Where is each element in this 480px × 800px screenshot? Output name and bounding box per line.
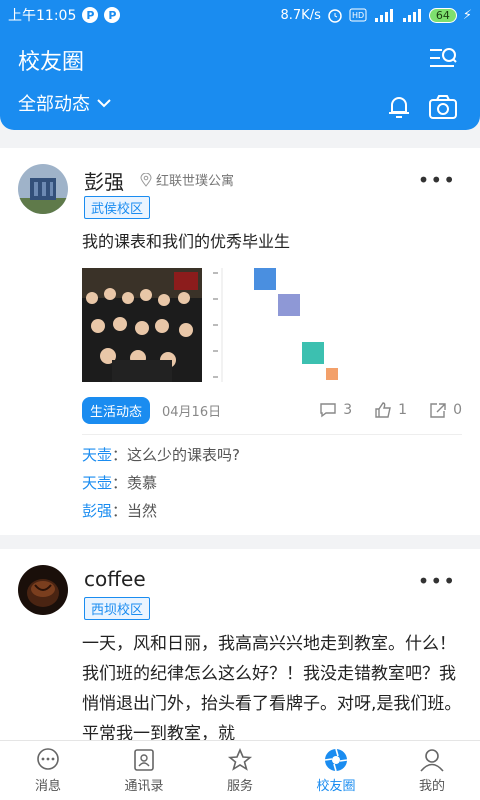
comment-item[interactable]: 天壶：这么少的课表吗? xyxy=(82,441,462,469)
shutter-icon xyxy=(324,748,348,771)
comment-button[interactable]: 3 xyxy=(319,402,352,418)
star-icon xyxy=(227,747,253,771)
post-image-graduates[interactable] xyxy=(82,268,202,382)
campus-badge: 西坝校区 xyxy=(84,597,151,620)
more-options-icon[interactable]: ••• xyxy=(418,168,456,192)
more-options-icon[interactable]: ••• xyxy=(418,569,456,593)
share-icon xyxy=(430,403,446,418)
post-image-schedule[interactable] xyxy=(210,268,338,382)
status-bar: 上午11:05 P P 8.7K/s HD 64 ⚡ xyxy=(0,0,480,30)
message-icon xyxy=(37,747,59,770)
comment-text: 羡慕 xyxy=(127,474,158,492)
contacts-icon xyxy=(134,748,154,771)
feed-filter-dropdown[interactable]: 全部动态 xyxy=(18,90,112,116)
tab-services[interactable]: 服务 xyxy=(192,741,288,800)
tab-me[interactable]: 我的 xyxy=(384,741,480,800)
bottom-tab-bar: 消息 通讯录 服务 校友圈 我的 xyxy=(0,740,480,800)
status-time: 上午11:05 xyxy=(8,8,77,24)
network-speed: 8.7K/s xyxy=(280,7,321,23)
share-button[interactable]: 0 xyxy=(429,402,462,418)
post-meta: 生活动态 04月16日 3 1 0 xyxy=(82,396,462,424)
chevron-down-icon xyxy=(97,99,111,108)
feed-list[interactable]: 彭强 红联世璞公寓 ••• 武侯校区 我的课表和我们的优秀毕业生 生活动态 04… xyxy=(0,148,480,740)
post-text: 我的课表和我们的优秀毕业生 xyxy=(82,232,291,251)
comment-item[interactable]: 彭强：当然 xyxy=(82,497,462,525)
tab-label: 我的 xyxy=(418,778,445,794)
category-tag[interactable]: 生活动态 xyxy=(82,396,151,424)
camera-icon[interactable] xyxy=(428,94,458,120)
parking-icon: P xyxy=(82,7,99,23)
thumbs-up-icon xyxy=(375,402,392,418)
battery-icon: 64 xyxy=(428,7,457,23)
tab-label: 服务 xyxy=(226,778,253,794)
author-name[interactable]: coffee xyxy=(84,567,146,591)
alarm-icon xyxy=(328,9,342,23)
page-title: 校友圈 xyxy=(18,50,85,75)
avatar[interactable] xyxy=(18,565,68,615)
location-label: 红联世璞公寓 xyxy=(156,174,235,189)
signal-icon xyxy=(374,9,393,22)
charging-icon: ⚡ xyxy=(462,7,472,23)
comment-item[interactable]: 天壶：羡慕 xyxy=(82,469,462,497)
filter-label: 全部动态 xyxy=(18,94,90,115)
post-card: coffee ••• 西坝校区 一天，风和日丽，我高高兴兴地走到教室。什么！我们… xyxy=(0,549,480,740)
comment-author[interactable]: 天壶 xyxy=(82,446,112,464)
comment-author[interactable]: 彭强 xyxy=(82,502,112,520)
signal-icon xyxy=(402,9,421,22)
post-text: 一天，风和日丽，我高高兴兴地走到教室。什么！我们班的纪律怎么这么好？！我没走错教… xyxy=(82,634,462,740)
app-header: 校友圈 全部动态 xyxy=(0,30,480,130)
bell-icon[interactable] xyxy=(386,94,412,120)
post-location: 红联世璞公寓 xyxy=(140,170,234,189)
share-count: 0 xyxy=(453,402,462,418)
tab-label: 通讯录 xyxy=(124,778,164,794)
post-date: 04月16日 xyxy=(162,404,222,420)
comment-text: 这么少的课表吗? xyxy=(127,446,240,464)
like-count: 1 xyxy=(398,402,408,418)
comment-count: 3 xyxy=(343,402,353,418)
svg-text:HD: HD xyxy=(352,11,364,20)
tab-messages[interactable]: 消息 xyxy=(0,741,96,800)
location-pin-icon xyxy=(140,172,152,187)
hd-icon: HD xyxy=(349,8,367,22)
like-button[interactable]: 1 xyxy=(374,402,407,418)
comment-text: 当然 xyxy=(127,502,158,520)
tab-label: 校友圈 xyxy=(316,778,356,794)
comment-list: 天壶：这么少的课表吗? 天壶：羡慕 彭强：当然 xyxy=(82,434,462,525)
comment-author[interactable]: 天壶 xyxy=(82,474,112,492)
avatar[interactable] xyxy=(18,164,68,214)
post-images xyxy=(82,268,462,382)
campus-badge: 武侯校区 xyxy=(84,196,151,219)
comment-icon xyxy=(320,403,336,418)
search-list-icon[interactable] xyxy=(428,46,458,72)
post-card: 彭强 红联世璞公寓 ••• 武侯校区 我的课表和我们的优秀毕业生 生活动态 04… xyxy=(0,148,480,535)
person-icon xyxy=(420,748,444,772)
parking-icon: P xyxy=(104,7,121,23)
tab-alumni-circle[interactable]: 校友圈 xyxy=(288,741,384,800)
tab-contacts[interactable]: 通讯录 xyxy=(96,741,192,800)
author-name[interactable]: 彭强 xyxy=(84,166,124,195)
tab-label: 消息 xyxy=(34,778,61,794)
